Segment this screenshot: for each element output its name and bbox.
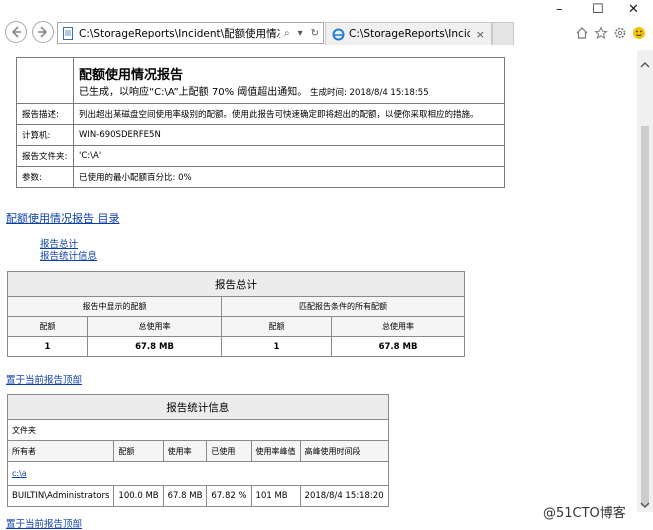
info-value: 'C:\A'	[73, 145, 505, 167]
back-button[interactable]	[5, 21, 27, 43]
folder-row: c:\a	[7, 461, 389, 486]
summary-table: 报告总计 报告中显示的配额 匹配报告条件的所有配额 配额 总使用率 配额 总使用…	[7, 271, 465, 357]
table-row: BUILTIN\Administrators 100.0 MB 67.8 MB …	[6, 485, 389, 507]
back-to-top-link-bottom[interactable]: 置于当前报告顶部	[6, 516, 82, 530]
summary-caption: 报告总计	[7, 271, 465, 297]
info-value: WIN-690SDERFE5N	[73, 124, 505, 146]
stats-cell: 67.8 MB	[162, 485, 208, 507]
generated-time: 生成时间: 2018/8/4 15:18:55	[309, 87, 429, 98]
address-text[interactable]: C:\StorageReports\Incident\配额使用情况	[79, 26, 280, 41]
report-title-cell: 配额使用情况报告 已生成，以响应“C:\A”上配额 70% 阈值超出通知。 生成…	[73, 57, 505, 104]
tab-report[interactable]: C:\StorageReports\Incid... ×	[325, 22, 492, 45]
browser-chrome: – ☐ ✕ C:\StorageReports\Incident\配额使用情况 …	[0, 0, 653, 50]
info-label: 参数:	[16, 166, 74, 188]
column-header: 配额	[113, 440, 164, 462]
info-value: 已使用的最小配额百分比: 0%	[73, 166, 505, 188]
stats-cell: 2018/8/4 15:18:20	[299, 485, 389, 507]
gear-icon[interactable]	[613, 26, 627, 40]
scroll-down-icon[interactable]	[640, 500, 650, 510]
scrollbar-thumb[interactable]	[641, 126, 649, 506]
column-header: 使用率峰值	[250, 440, 301, 462]
folder-label: 文件夹	[7, 419, 389, 441]
maximize-button[interactable]: ☐	[592, 2, 604, 17]
stats-cell: BUILTIN\Administrators	[6, 485, 115, 507]
stats-caption: 报告统计信息	[7, 394, 389, 420]
column-header: 配额	[221, 316, 332, 337]
home-icon[interactable]	[575, 26, 589, 40]
search-icon[interactable]: ⌕	[280, 28, 294, 39]
folder-link[interactable]: c:\a	[12, 469, 27, 478]
summary-cell: 67.8 MB	[331, 336, 465, 357]
vertical-scrollbar[interactable]	[637, 50, 653, 512]
column-header: 总使用率	[331, 316, 465, 337]
star-icon[interactable]	[594, 26, 608, 40]
chevron-down-icon[interactable]: ▾	[294, 28, 307, 39]
stats-table: 报告统计信息 文件夹 所有者 配额 使用率 已使用 使用率峰值 高峰使用时间段 …	[6, 394, 389, 507]
report-info-row: 计算机: WIN-690SDERFE5N	[16, 124, 505, 146]
info-label: 报告文件夹:	[16, 145, 74, 167]
info-label: 计算机:	[16, 124, 74, 146]
stats-cell: 101 MB	[250, 485, 301, 507]
toc-title-link[interactable]: 配额使用情况报告 目录	[6, 210, 120, 226]
summary-cell: 67.8 MB	[87, 336, 222, 357]
report-info-row: 报告文件夹: 'C:\A'	[16, 145, 505, 167]
watermark: @51CTO博客	[543, 506, 626, 521]
smiley-icon[interactable]	[632, 26, 646, 40]
column-header: 配额	[7, 316, 88, 337]
stats-cell: 100.0 MB	[113, 485, 164, 507]
toc-link-stats[interactable]: 报告统计信息	[40, 248, 97, 262]
summary-cell: 1	[7, 336, 88, 357]
summary-cell: 1	[221, 336, 332, 357]
group-shown-header: 报告中显示的配额	[7, 296, 222, 317]
back-arrow-icon	[11, 26, 21, 38]
report-header-table: 配额使用情况报告 已生成，以响应“C:\A”上配额 70% 阈值超出通知。 生成…	[16, 57, 505, 188]
minimize-button[interactable]: –	[556, 2, 563, 17]
tab-close-icon[interactable]: ×	[470, 28, 491, 41]
info-value: 列出超出某磁盘空间使用率级别的配额。使用此报告可快速确定即将超出的配额，以便你采…	[73, 103, 505, 125]
scroll-up-icon[interactable]	[640, 60, 650, 70]
table-row: 1 67.8 MB 1 67.8 MB	[7, 336, 465, 357]
report-info-row: 报告描述: 列出超出某磁盘空间使用率级别的配额。使用此报告可快速确定即将超出的配…	[16, 103, 505, 125]
ie-icon	[332, 28, 345, 40]
close-window-button[interactable]: ✕	[628, 2, 639, 17]
refresh-icon[interactable]: ↻	[307, 28, 323, 39]
column-header: 所有者	[6, 440, 115, 462]
tab-title: C:\StorageReports\Incid...	[349, 28, 470, 40]
back-to-top-link[interactable]: 置于当前报告顶部	[6, 372, 82, 386]
group-all-header: 匹配报告条件的所有配额	[221, 296, 465, 317]
address-bar[interactable]: C:\StorageReports\Incident\配额使用情况 ⌕ ▾ ↻	[57, 22, 324, 44]
column-header: 总使用率	[87, 316, 222, 337]
page-icon	[63, 26, 73, 40]
report-title: 配额使用情况报告	[79, 67, 184, 83]
forward-button[interactable]	[32, 21, 54, 43]
new-tab-button[interactable]	[492, 22, 514, 45]
column-header: 使用率	[162, 440, 208, 462]
stats-cell: 67.82 %	[206, 485, 252, 507]
report-subtitle: 已生成，以响应“C:\A”上配额 70% 阈值超出通知。	[79, 86, 308, 98]
forward-arrow-icon	[38, 26, 48, 38]
header-blank-cell	[16, 57, 74, 104]
column-header: 已使用	[206, 440, 252, 462]
info-label: 报告描述:	[16, 103, 74, 125]
column-header: 高峰使用时间段	[299, 440, 389, 462]
report-info-row: 参数: 已使用的最小配额百分比: 0%	[16, 166, 505, 188]
